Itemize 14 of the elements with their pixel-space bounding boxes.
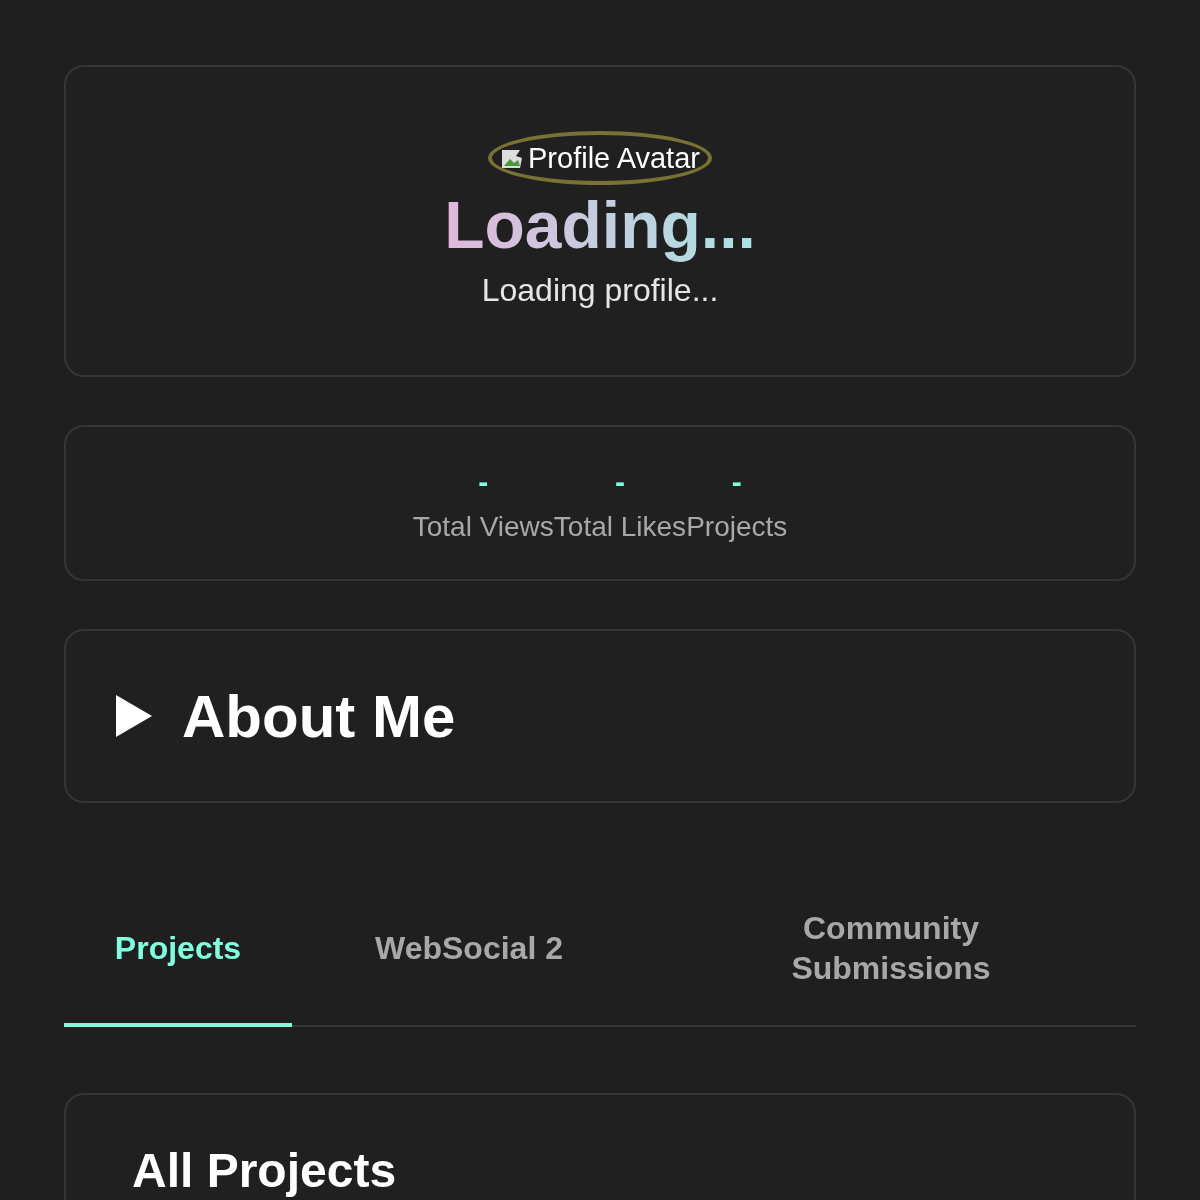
stat-value: - [614, 465, 625, 500]
stat-label: Projects [686, 511, 788, 543]
stat-value: - [478, 465, 489, 500]
stat-label: Total Views [412, 511, 554, 543]
expand-triangle-icon[interactable] [114, 695, 152, 737]
profile-avatar: Profile Avatar [488, 131, 712, 185]
stat-label: Total Likes [553, 511, 687, 543]
tab[interactable]: Projects [64, 873, 292, 1027]
loading-status: Loading profile... [481, 271, 719, 309]
section-heading: All Projects [132, 1143, 397, 1198]
stat-value: - [731, 465, 742, 500]
about-title[interactable]: About Me [182, 681, 456, 751]
tab[interactable]: WebSocial 2 [292, 873, 646, 1027]
tab[interactable]: Community Submissions [646, 873, 1136, 1027]
